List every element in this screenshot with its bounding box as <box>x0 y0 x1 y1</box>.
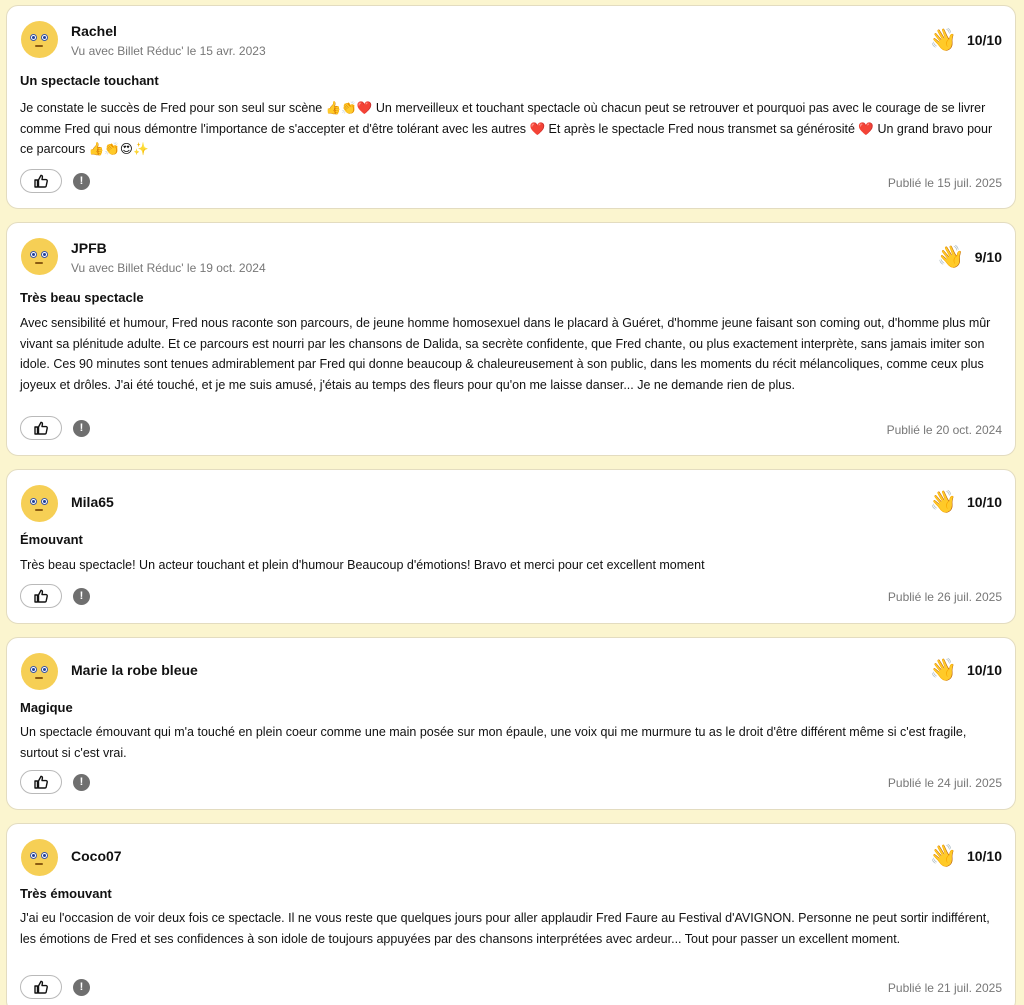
reviewer-name: Coco07 <box>71 848 122 864</box>
rating-score: 10/10 <box>966 32 1002 48</box>
published-date: Publié le 21 juil. 2025 <box>887 981 1002 995</box>
review-card: Mila65 👋 10/10 Émouvant Très beau specta… <box>6 469 1016 624</box>
review-text: Un spectacle émouvant qui m'a touché en … <box>20 725 967 760</box>
review-text: Je constate le succès de Fred pour son s… <box>20 101 993 156</box>
rating: 👋 10/10 <box>930 488 1002 516</box>
published-date: Publié le 26 juil. 2025 <box>887 590 1002 604</box>
rating: 👋 9/10 <box>937 243 1002 271</box>
waving-hand-icon: 👋 <box>929 843 957 868</box>
reviewer-name: Marie la robe bleue <box>71 662 198 678</box>
reviewer-name: Rachel <box>71 23 117 39</box>
published-date: Publié le 20 oct. 2024 <box>886 423 1002 437</box>
report-button[interactable]: ! <box>73 588 90 605</box>
review-card: Coco07 👋 10/10 Très émouvant J'ai eu l'o… <box>6 823 1016 1005</box>
reviewer-name: Mila65 <box>71 494 114 510</box>
thumbs-up-icon <box>34 980 48 994</box>
rating: 👋 10/10 <box>930 656 1002 684</box>
review-title: Émouvant <box>20 532 83 547</box>
rating-score: 10/10 <box>966 848 1002 864</box>
thumbs-up-icon <box>34 421 48 435</box>
thumbs-up-icon <box>34 589 48 603</box>
like-button[interactable] <box>20 416 62 440</box>
report-button[interactable]: ! <box>73 420 90 437</box>
report-button[interactable]: ! <box>73 774 90 791</box>
smiley-avatar-icon <box>21 653 58 690</box>
smiley-avatar-icon <box>21 839 58 876</box>
waving-hand-icon: 👋 <box>929 27 957 52</box>
review-card: Rachel Vu avec Billet Réduc' le 15 avr. … <box>6 5 1016 209</box>
smiley-avatar-icon <box>21 485 58 522</box>
report-button[interactable]: ! <box>73 979 90 996</box>
rating: 👋 10/10 <box>930 26 1002 54</box>
reviewer-name: JPFB <box>71 240 107 256</box>
rating-score: 10/10 <box>966 662 1002 678</box>
like-button[interactable] <box>20 770 62 794</box>
report-button[interactable]: ! <box>73 173 90 190</box>
review-title: Très émouvant <box>20 886 112 901</box>
rating: 👋 10/10 <box>930 842 1002 870</box>
thumbs-up-icon <box>34 174 48 188</box>
review-card: Marie la robe bleue 👋 10/10 Magique Un s… <box>6 637 1016 810</box>
published-date: Publié le 24 juil. 2025 <box>887 776 1002 790</box>
review-title: Très beau spectacle <box>20 290 144 305</box>
review-title: Magique <box>20 700 73 715</box>
waving-hand-icon: 👋 <box>929 489 957 514</box>
review-title: Un spectacle touchant <box>20 73 159 88</box>
review-text: Très beau spectacle! Un acteur touchant … <box>20 558 705 572</box>
review-text: J'ai eu l'occasion de voir deux fois ce … <box>20 911 990 946</box>
review-card: JPFB Vu avec Billet Réduc' le 19 oct. 20… <box>6 222 1016 456</box>
seen-with-ticket: Vu avec Billet Réduc' le 19 oct. 2024 <box>71 261 266 275</box>
smiley-avatar-icon <box>21 238 58 275</box>
waving-hand-icon: 👋 <box>929 657 957 682</box>
seen-with-ticket: Vu avec Billet Réduc' le 15 avr. 2023 <box>71 44 266 58</box>
published-date: Publié le 15 juil. 2025 <box>887 176 1002 190</box>
smiley-avatar-icon <box>21 21 58 58</box>
waving-hand-icon: 👋 <box>937 244 965 269</box>
review-text: Avec sensibilité et humour, Fred nous ra… <box>20 316 991 392</box>
reviews-page: Rachel Vu avec Billet Réduc' le 15 avr. … <box>0 0 1024 1005</box>
like-button[interactable] <box>20 975 62 999</box>
rating-score: 10/10 <box>966 494 1002 510</box>
like-button[interactable] <box>20 584 62 608</box>
rating-score: 9/10 <box>974 249 1002 265</box>
thumbs-up-icon <box>34 775 48 789</box>
like-button[interactable] <box>20 169 62 193</box>
